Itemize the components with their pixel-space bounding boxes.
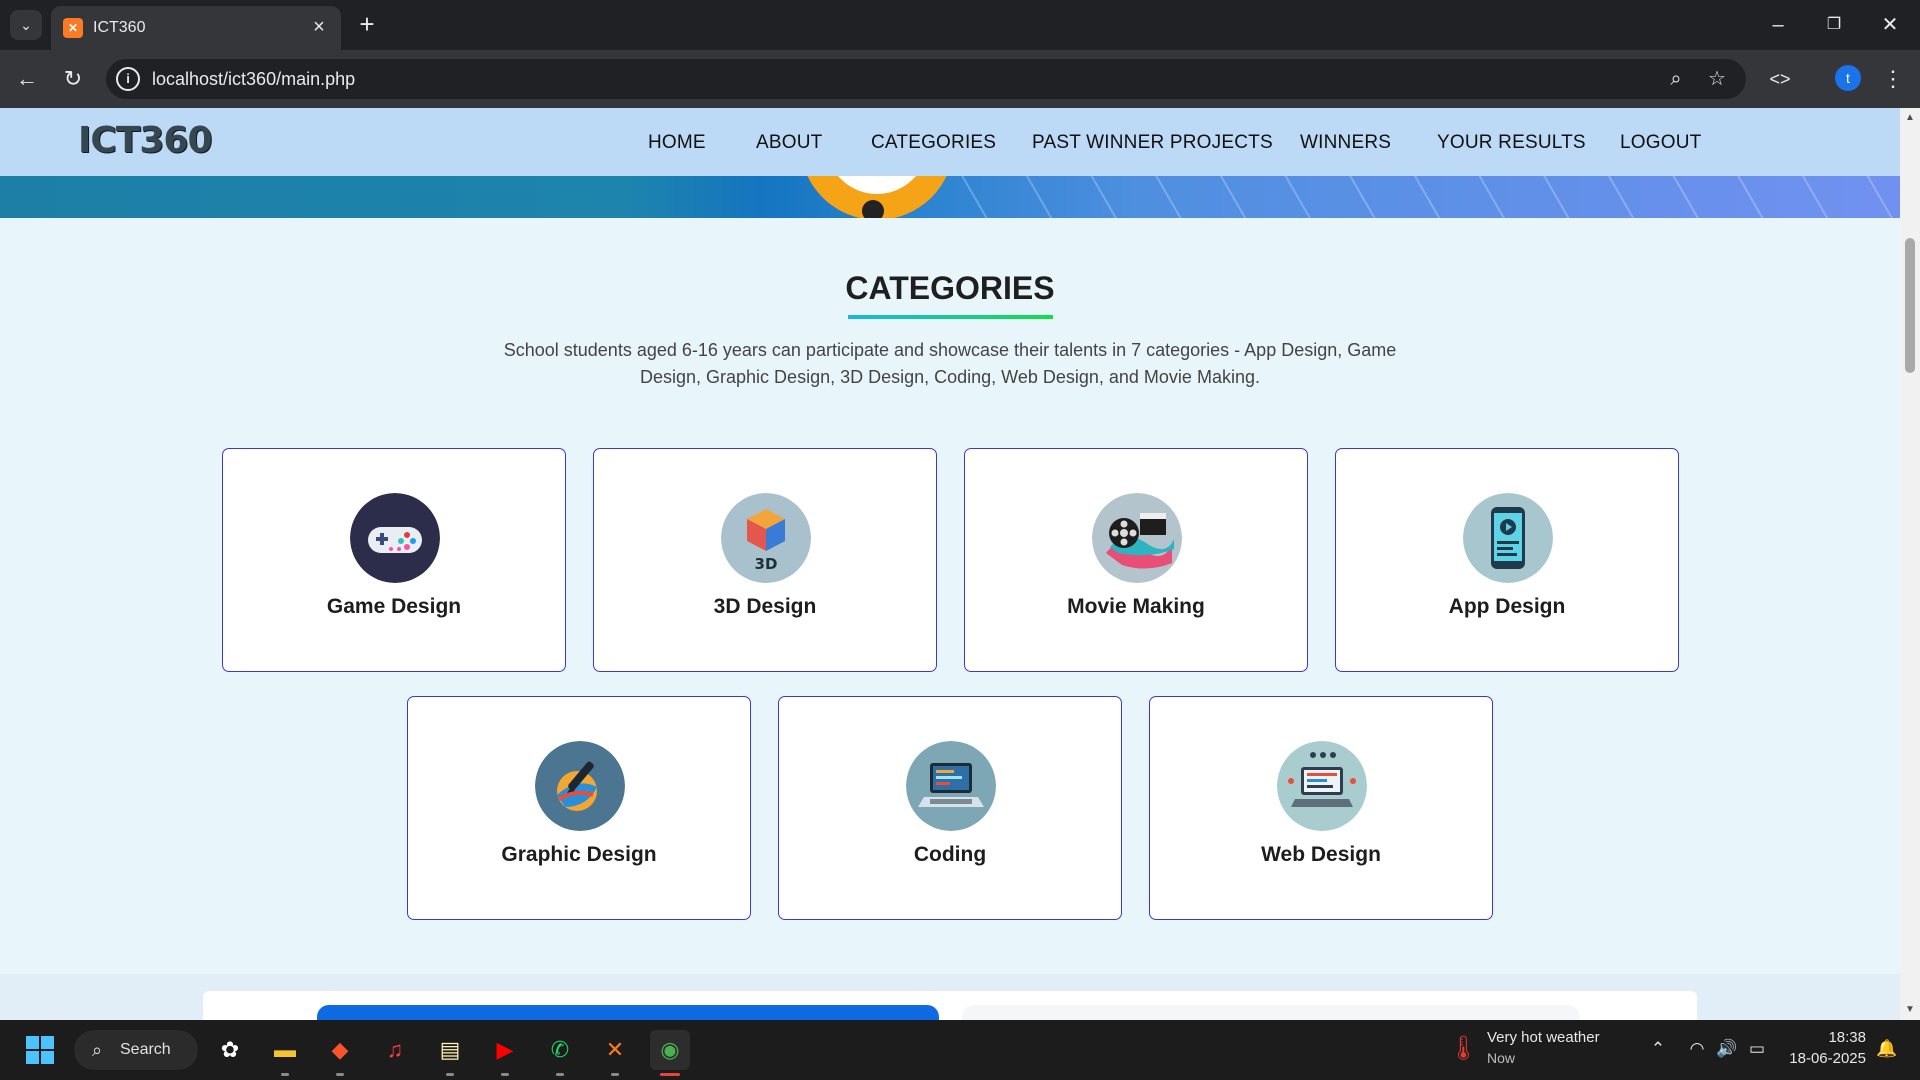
running-indicator <box>281 1073 289 1076</box>
reload-icon[interactable]: ↻ <box>56 62 90 96</box>
xampp-icon[interactable]: ✕ <box>595 1030 635 1076</box>
running-indicator <box>446 1073 454 1076</box>
url-text[interactable]: localhost/ict360/main.php <box>152 69 355 90</box>
minimize-icon[interactable]: – <box>1758 8 1798 42</box>
xampp-favicon-icon: ✕ <box>63 18 83 38</box>
triangle-pattern <box>960 176 1900 218</box>
category-card-coding[interactable]: Coding <box>778 696 1122 920</box>
next-section-grey-panel <box>962 1005 1580 1020</box>
file-explorer-icon[interactable]: ▬ <box>265 1030 305 1076</box>
cube-3d-icon: 3D <box>721 493 811 583</box>
nav-categories[interactable]: CATEGORIES <box>871 132 996 154</box>
nav-home[interactable]: HOME <box>648 132 706 154</box>
browser-toolbar: ← ↻ i localhost/ict360/main.php ⌕ ☆ <> t… <box>0 50 1920 108</box>
banner-play-dot <box>862 200 884 218</box>
taskbar-search[interactable]: ⌕ Search <box>74 1030 198 1070</box>
mobile-app-icon <box>1463 493 1553 583</box>
ict360-logo[interactable]: ICT360 <box>78 120 213 161</box>
nav-winners[interactable]: WINNERS <box>1300 132 1391 154</box>
page-scrollbar[interactable]: ▲ ▼ <box>1900 108 1920 1020</box>
browser-menu-icon[interactable]: ⋮ <box>1876 62 1910 96</box>
tab-close-icon[interactable]: × <box>307 15 331 39</box>
notepad-icon[interactable]: ▤ <box>430 1030 470 1076</box>
running-indicator <box>556 1073 564 1076</box>
scroll-up-arrow-icon[interactable]: ▲ <box>1900 110 1920 126</box>
next-section-blue-panel[interactable] <box>317 1005 939 1020</box>
devtools-code-icon[interactable]: <> <box>1763 62 1797 96</box>
category-card-3d-design[interactable]: 3D 3D Design <box>593 448 937 672</box>
browser-tab-active[interactable]: ✕ ICT360 × <box>51 6 341 50</box>
thermometer-icon[interactable]: 🌡 <box>1448 1034 1478 1064</box>
site-navbar: ICT360 HOME ABOUT CATEGORIES PAST WINNER… <box>0 108 1900 176</box>
new-tab-button[interactable]: + <box>352 10 382 40</box>
notifications-icon[interactable]: 🔔 <box>1874 1036 1900 1062</box>
address-bar[interactable]: i localhost/ict360/main.php ⌕ ☆ <box>106 59 1746 99</box>
categories-description: School students aged 6-16 years can part… <box>503 340 1397 387</box>
category-label: Movie Making <box>1067 595 1205 618</box>
category-label: Graphic Design <box>501 843 657 866</box>
chrome-icon[interactable]: ◉ <box>650 1030 690 1076</box>
tab-search-menu-button[interactable]: ⌄ <box>10 10 42 40</box>
clock-date[interactable]: 18-06-2025 <box>1780 1050 1866 1067</box>
hero-banner-strip <box>0 176 1900 218</box>
weather-subtext: Now <box>1487 1050 1516 1066</box>
category-label: App Design <box>1448 595 1566 618</box>
chatgpt-app-icon[interactable]: ✿ <box>210 1030 250 1070</box>
running-indicator <box>501 1073 509 1076</box>
windows-taskbar: ⌕ Search ✿ ▬ ◆ ♫ ▤ ▶ ✆ ✕ ◉ 🌡 Very hot we… <box>0 1020 1920 1080</box>
categories-title: CATEGORIES <box>845 270 1055 306</box>
svg-text:3D: 3D <box>755 555 778 573</box>
site-info-icon[interactable]: i <box>116 67 140 91</box>
taskbar-search-label: Search <box>120 1041 171 1058</box>
restore-icon[interactable]: ❐ <box>1814 8 1854 42</box>
scroll-down-arrow-icon[interactable]: ▼ <box>1900 1002 1920 1018</box>
gamepad-icon <box>350 493 440 583</box>
category-card-movie-making[interactable]: Movie Making <box>964 448 1308 672</box>
category-card-app-design[interactable]: App Design <box>1335 448 1679 672</box>
apple-music-icon[interactable]: ♫ <box>375 1030 415 1070</box>
weather-text[interactable]: Very hot weather <box>1487 1029 1600 1046</box>
nav-about[interactable]: ABOUT <box>756 132 822 154</box>
browser-tabstrip: ⌄ ✕ ICT360 × + – ❐ ✕ <box>0 0 1920 50</box>
zoom-magnifier-icon[interactable]: ⌕ <box>1661 64 1691 94</box>
running-indicator <box>611 1073 619 1076</box>
wifi-icon[interactable]: ◠ <box>1684 1036 1710 1062</box>
category-card-graphic-design[interactable]: Graphic Design <box>407 696 751 920</box>
tray-chevron-up-icon[interactable]: ⌃ <box>1645 1036 1671 1062</box>
whatsapp-icon[interactable]: ✆ <box>540 1030 580 1076</box>
nav-your-results[interactable]: YOUR RESULTS <box>1437 132 1586 154</box>
close-window-icon[interactable]: ✕ <box>1870 8 1910 42</box>
laptop-code-icon <box>906 741 996 831</box>
category-card-web-design[interactable]: Web Design <box>1149 696 1493 920</box>
brave-browser-icon[interactable]: ◆ <box>320 1030 360 1076</box>
category-label: Coding <box>913 843 987 866</box>
youtube-icon[interactable]: ▶ <box>485 1030 525 1076</box>
title-underline <box>848 315 1053 319</box>
search-icon: ⌕ <box>92 1040 103 1060</box>
active-indicator <box>660 1073 680 1076</box>
category-card-game-design[interactable]: Game Design <box>222 448 566 672</box>
scrollbar-thumb[interactable] <box>1905 238 1915 373</box>
category-label: Web Design <box>1261 843 1381 866</box>
category-label: 3D Design <box>713 595 817 618</box>
back-arrow-icon[interactable]: ← <box>10 62 44 96</box>
battery-icon[interactable]: ▭ <box>1744 1036 1770 1062</box>
film-reel-icon <box>1092 493 1182 583</box>
pen-brush-icon <box>535 741 625 831</box>
web-laptop-icon <box>1277 741 1367 831</box>
volume-icon[interactable]: 🔊 <box>1714 1036 1740 1062</box>
profile-avatar[interactable]: t <box>1835 65 1861 91</box>
category-label: Game Design <box>326 595 462 618</box>
page-viewport: ICT360 HOME ABOUT CATEGORIES PAST WINNER… <box>0 108 1900 1020</box>
windows-start-icon[interactable] <box>20 1030 60 1070</box>
tab-title: ICT360 <box>93 19 146 36</box>
running-indicator <box>336 1073 344 1076</box>
nav-past-winner-projects[interactable]: PAST WINNER PROJECTS <box>1032 132 1273 154</box>
nav-logout[interactable]: LOGOUT <box>1620 132 1701 154</box>
bookmark-star-icon[interactable]: ☆ <box>1702 64 1732 94</box>
clock-time[interactable]: 18:38 <box>1780 1029 1866 1046</box>
